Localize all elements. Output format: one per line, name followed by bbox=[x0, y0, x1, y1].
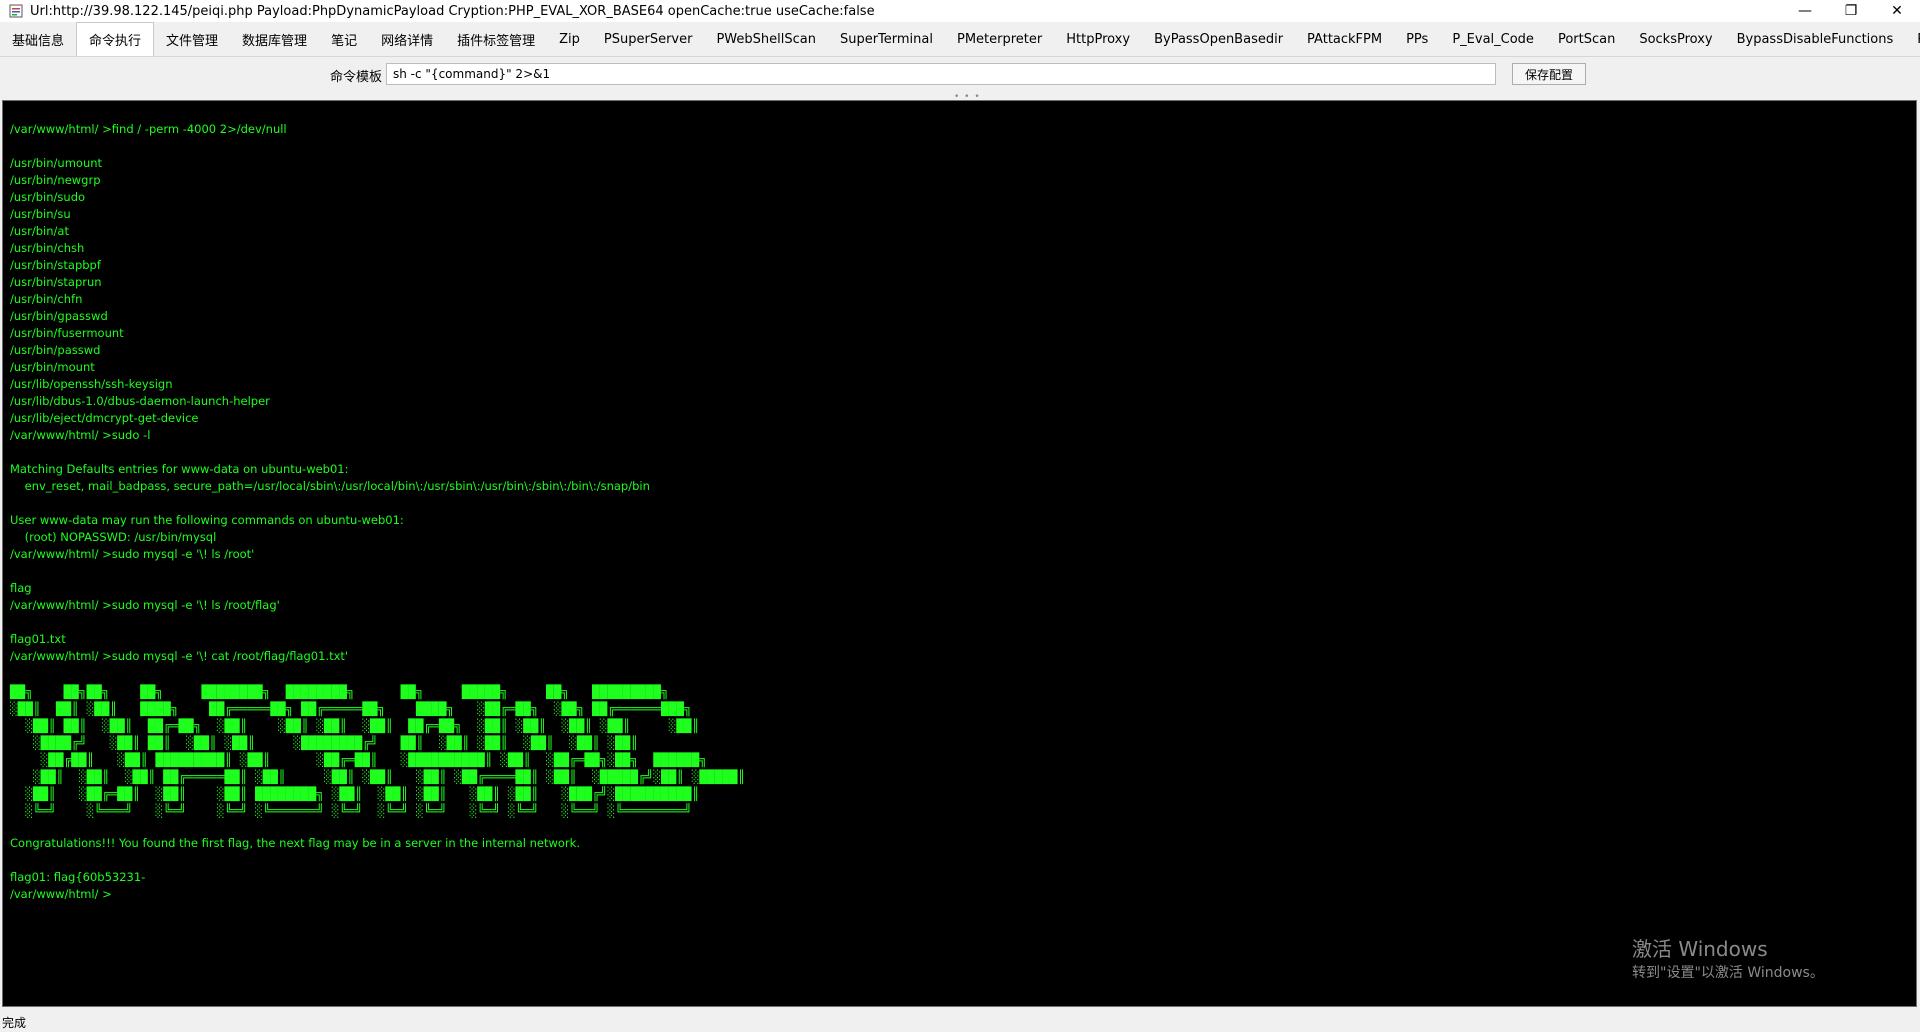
tab-9[interactable]: PWebShellScan bbox=[704, 22, 828, 56]
command-template-label: 命令模板 bbox=[330, 70, 383, 85]
status-bar: 完成 bbox=[0, 1010, 1920, 1032]
tab-2[interactable]: 文件管理 bbox=[154, 22, 230, 56]
tab-17[interactable]: PortScan bbox=[1546, 22, 1627, 56]
window-controls: — ❐ ✕ bbox=[1782, 0, 1920, 22]
ascii-banner: ██╗ ██╗██╗ ██╗ ████████╗ ████████╗ ██╗ █… bbox=[10, 684, 746, 818]
watermark-title: 激活 Windows bbox=[1632, 937, 1768, 961]
tab-11[interactable]: PMeterpreter bbox=[945, 22, 1054, 56]
tab-13[interactable]: ByPassOpenBasedir bbox=[1142, 22, 1295, 56]
save-config-button[interactable]: 保存配置 bbox=[1512, 63, 1586, 85]
tab-bar: 基础信息 命令执行 文件管理 数据库管理 笔记 网络详情 插件标签管理 Zip PSuperSe… bbox=[0, 22, 1920, 57]
tab-1[interactable]: 命令执行 bbox=[76, 22, 155, 56]
tab-5[interactable]: 网络详情 bbox=[369, 22, 445, 56]
tab-20[interactable]: RealCmd bbox=[1905, 22, 1920, 56]
tab-18[interactable]: SocksProxy bbox=[1627, 22, 1724, 56]
tab-6[interactable]: 插件标签管理 bbox=[445, 22, 547, 56]
tab-4[interactable]: 笔记 bbox=[319, 22, 369, 56]
tab-7[interactable]: Zip bbox=[547, 22, 592, 56]
tab-10[interactable]: SuperTerminal bbox=[828, 22, 945, 56]
terminal-flag-output: Congratulations!!! You found the first f… bbox=[10, 836, 580, 901]
terminal-command-log: /var/www/html/ >find / -perm -4000 2>/de… bbox=[10, 122, 650, 663]
status-text: 完成 bbox=[2, 1016, 27, 1030]
windows-activation-watermark: 激活 Windows 转到"设置"以激活 Windows。 bbox=[1632, 937, 1824, 983]
watermark-subtitle: 转到"设置"以激活 Windows。 bbox=[1632, 965, 1824, 981]
window-titlebar: Url:http://39.98.122.145/peiqi.php Paylo… bbox=[0, 0, 1920, 22]
command-template-row: 命令模板 保存配置 bbox=[0, 57, 1920, 93]
tab-3[interactable]: 数据库管理 bbox=[230, 22, 319, 56]
tab-0[interactable]: 基础信息 bbox=[0, 22, 76, 56]
tab-16[interactable]: P_Eval_Code bbox=[1440, 22, 1546, 56]
window-title: Url:http://39.98.122.145/peiqi.php Paylo… bbox=[30, 3, 875, 19]
minimize-button[interactable]: — bbox=[1782, 0, 1828, 22]
tab-19[interactable]: BypassDisableFunctions bbox=[1725, 22, 1906, 56]
tab-8[interactable]: PSuperServer bbox=[592, 22, 705, 56]
restore-button[interactable]: ❐ bbox=[1828, 0, 1874, 22]
close-button[interactable]: ✕ bbox=[1874, 0, 1920, 22]
command-template-input[interactable] bbox=[386, 63, 1496, 85]
tab-15[interactable]: PPs bbox=[1394, 22, 1440, 56]
tab-14[interactable]: PAttackFPM bbox=[1295, 22, 1394, 56]
tab-12[interactable]: HttpProxy bbox=[1054, 22, 1142, 56]
app-icon bbox=[8, 3, 24, 19]
terminal-output[interactable]: /var/www/html/ >find / -perm -4000 2>/de… bbox=[2, 100, 1917, 1007]
